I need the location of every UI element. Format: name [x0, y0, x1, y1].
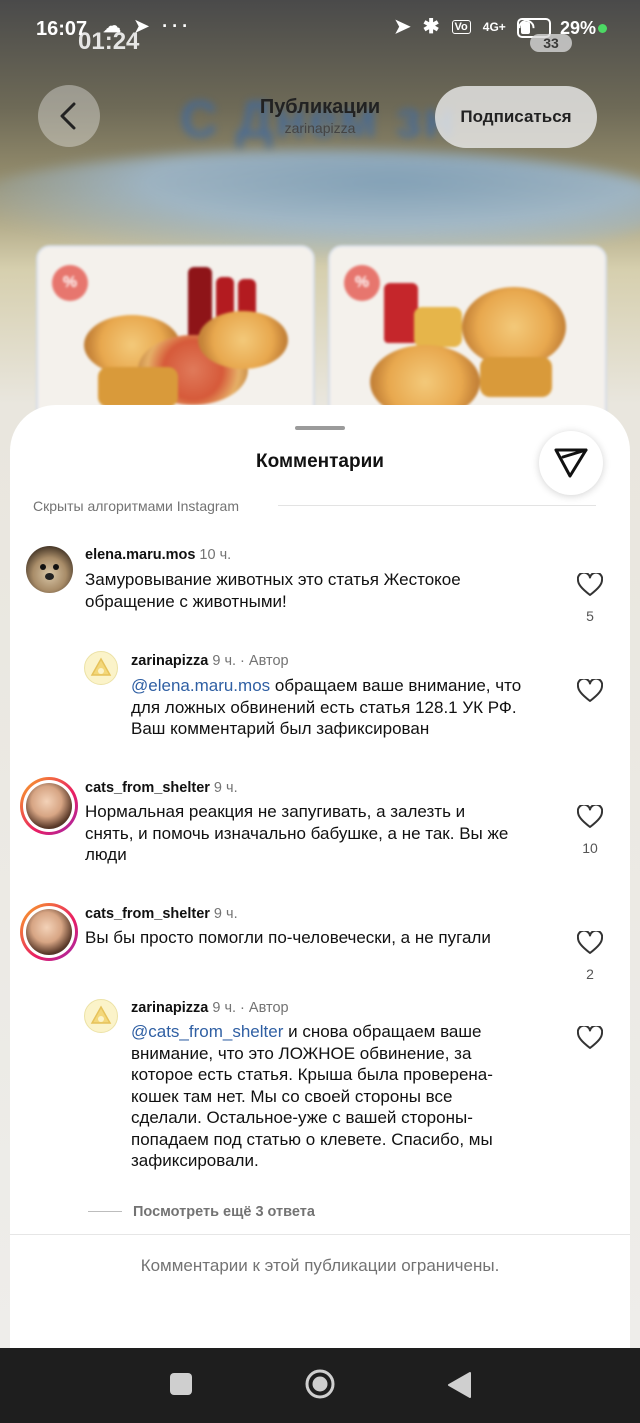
- comment-username[interactable]: cats_from_shelter: [85, 906, 210, 922]
- comment-username[interactable]: zarinapizza: [131, 653, 208, 669]
- follow-button[interactable]: Подписаться: [435, 86, 597, 148]
- author-label: · Автор: [240, 1000, 289, 1016]
- avatar[interactable]: [84, 999, 118, 1033]
- bluetooth-icon: ✱: [422, 16, 440, 38]
- banner-wave: [0, 150, 640, 260]
- system-nav-bar: [0, 1348, 640, 1423]
- avatar-story-ring[interactable]: [20, 903, 78, 961]
- divider: [278, 505, 596, 506]
- like-count: 10: [582, 840, 598, 856]
- comment-time: 10 ч.: [199, 547, 232, 563]
- comment-time: 9 ч.: [212, 1000, 237, 1016]
- mention-link[interactable]: @cats_from_shelter: [131, 1022, 283, 1041]
- discount-badge: %: [344, 265, 380, 301]
- comments-sheet: Комментарии Скрыты алгоритмами Instagram…: [10, 405, 630, 1348]
- author-label: · Автор: [240, 653, 289, 669]
- system-icons: ➤ ✱ Vo 4G+ ◠: [394, 14, 535, 39]
- divider: [10, 1234, 630, 1235]
- heart-icon[interactable]: [577, 931, 603, 955]
- brand-logo-icon: [90, 1005, 112, 1024]
- heart-icon[interactable]: [577, 573, 603, 597]
- back-triangle-button[interactable]: [446, 1371, 472, 1399]
- overlay-pill: 33: [530, 34, 572, 52]
- location-icon: ➤: [394, 16, 411, 38]
- comment-text: Нормальная реакция не запугивать, а зале…: [85, 802, 509, 864]
- comment-header: cats_from_shelter 9 ч.: [85, 780, 238, 796]
- comment-text: Замуровывание животных это статья Жесток…: [85, 570, 461, 611]
- comment-header: cats_from_shelter 9 ч.: [85, 906, 238, 922]
- comments-restricted-notice: Комментарии к этой публикации ограничены…: [140, 1256, 500, 1275]
- comment-username[interactable]: elena.maru.mos: [85, 547, 195, 563]
- status-bar: 16:07 01:24 ☁ ➤ ··· ➤ ✱ Vo 4G+ ◠ 29% 33: [0, 0, 640, 58]
- comment-time: 9 ч.: [212, 653, 237, 669]
- drag-handle[interactable]: [295, 426, 345, 430]
- comment-time: 9 ч.: [213, 906, 238, 922]
- heart-icon[interactable]: [577, 679, 603, 703]
- divider: [88, 1211, 122, 1212]
- like-count: 2: [586, 966, 594, 982]
- comment-header: elena.maru.mos 10 ч.: [85, 547, 231, 563]
- charging-dot: [598, 24, 607, 33]
- avatar: [26, 909, 72, 955]
- comment-text: Вы бы просто помогли по-человечески, а н…: [85, 928, 491, 947]
- discount-badge: %: [52, 265, 88, 301]
- comment-header: zarinapizza 9 ч. · Автор: [131, 653, 289, 669]
- comment-username[interactable]: zarinapizza: [131, 1000, 208, 1016]
- comment-username[interactable]: cats_from_shelter: [85, 780, 210, 796]
- recent-apps-button[interactable]: [170, 1373, 192, 1395]
- mention-link[interactable]: @elena.maru.mos: [131, 676, 270, 695]
- brand-logo-icon: [90, 657, 112, 676]
- share-button[interactable]: [539, 431, 603, 495]
- home-button[interactable]: [304, 1368, 336, 1400]
- heart-icon[interactable]: [577, 1026, 603, 1050]
- comment-text: @cats_from_shelter и снова обращаем ваше…: [131, 1022, 493, 1170]
- comment-text: @elena.maru.mos обращаем ваше внимание, …: [131, 676, 522, 738]
- comments-title: Комментарии: [256, 451, 384, 472]
- hidden-comments-label[interactable]: Скрыты алгоритмами Instagram: [33, 498, 239, 514]
- like-count: 5: [586, 608, 594, 624]
- avatar[interactable]: [84, 651, 118, 685]
- comment-time: 9 ч.: [213, 780, 238, 796]
- notification-icons: ☁ ➤ ···: [103, 16, 193, 36]
- network-label: 4G+: [482, 19, 506, 34]
- paper-plane-icon: [554, 448, 588, 478]
- avatar-story-ring[interactable]: [20, 777, 78, 835]
- heart-icon[interactable]: [577, 805, 603, 829]
- comment-header: zarinapizza 9 ч. · Автор: [131, 1000, 289, 1016]
- view-more-replies-link[interactable]: Посмотреть ещё 3 ответа: [133, 1204, 315, 1220]
- avatar: [26, 783, 72, 829]
- volte-icon: Vo: [451, 19, 471, 34]
- avatar[interactable]: [26, 546, 73, 593]
